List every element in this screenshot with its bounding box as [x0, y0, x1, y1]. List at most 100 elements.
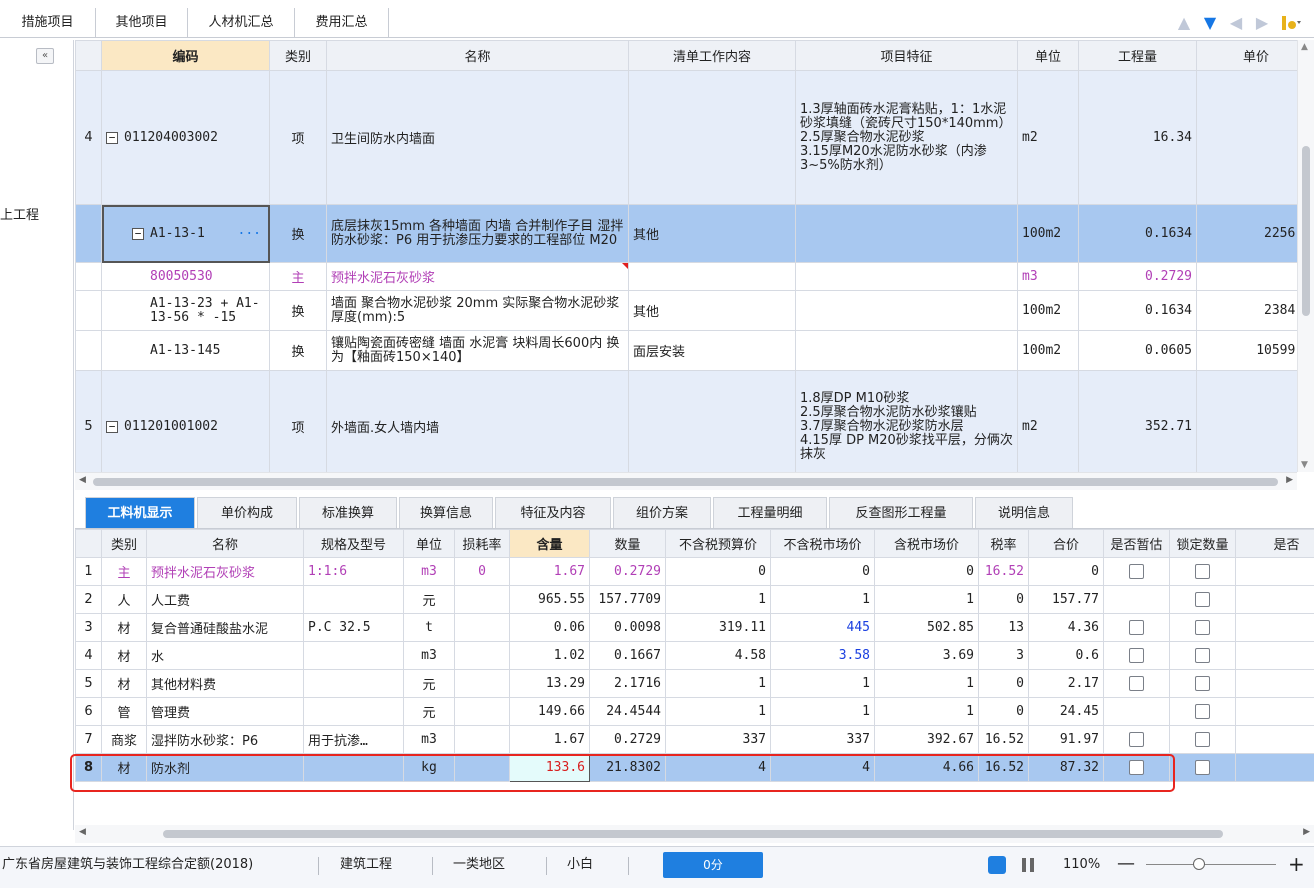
- row-code[interactable]: −011201001002: [101, 370, 270, 472]
- lock-quantity-checkbox[interactable]: [1195, 620, 1210, 635]
- row-loss[interactable]: [454, 753, 510, 782]
- row-qty[interactable]: 0.2729: [589, 557, 666, 586]
- row-unit[interactable]: 100m2: [1017, 204, 1079, 263]
- row-budget[interactable]: 4: [665, 753, 771, 782]
- row-qty[interactable]: 352.71: [1078, 370, 1197, 472]
- layout-view-icon[interactable]: [988, 856, 1006, 874]
- row-qty[interactable]: 0.2729: [1078, 262, 1197, 291]
- row-type[interactable]: 商浆: [101, 725, 147, 754]
- col-price-header[interactable]: 单价: [1196, 40, 1297, 71]
- row-total[interactable]: 4.36: [1028, 613, 1104, 642]
- row-tax-market[interactable]: 4.66: [874, 753, 979, 782]
- tab-labor-material-summary[interactable]: 人材机汇总: [188, 8, 295, 38]
- col-estimate-header[interactable]: 是否暂估: [1103, 529, 1170, 558]
- row-feature[interactable]: [795, 204, 1018, 263]
- row-type[interactable]: 换: [269, 204, 327, 263]
- row-rate[interactable]: 0: [978, 585, 1029, 614]
- tool-settings-icon[interactable]: [1280, 14, 1302, 32]
- row-name[interactable]: 预拌水泥石灰砂浆: [326, 262, 629, 291]
- scroll-up-icon[interactable]: ▲: [1301, 42, 1308, 52]
- table-row[interactable]: A1-13-23 + A1-13-56 * -15 换 墙面 聚合物水泥砂浆 2…: [75, 290, 1297, 331]
- row-budget[interactable]: 1: [665, 585, 771, 614]
- row-total[interactable]: 157.77: [1028, 585, 1104, 614]
- row-content[interactable]: 0.06: [509, 613, 590, 642]
- row-unit[interactable]: 100m2: [1017, 330, 1079, 371]
- row-total[interactable]: 91.97: [1028, 725, 1104, 754]
- col-tax-market-header[interactable]: 含税市场价: [874, 529, 979, 558]
- lock-quantity-checkbox[interactable]: [1195, 704, 1210, 719]
- row-qty[interactable]: 24.4544: [589, 697, 666, 726]
- col-type-header[interactable]: 类别: [269, 40, 327, 71]
- row-market[interactable]: 4: [770, 753, 875, 782]
- col-lock-header[interactable]: 锁定数量: [1169, 529, 1236, 558]
- row-content[interactable]: 965.55: [509, 585, 590, 614]
- row-market[interactable]: 1: [770, 585, 875, 614]
- row-feature[interactable]: 1.8厚DP M10砂浆 2.5厚聚合物水泥防水砂浆镶贴 3.7厚聚合物水泥砂浆…: [795, 370, 1018, 472]
- row-loss[interactable]: [454, 669, 510, 698]
- col-feature-header[interactable]: 项目特征: [795, 40, 1018, 71]
- row-code[interactable]: A1-13-23 + A1-13-56 * -15: [101, 290, 270, 331]
- row-content[interactable]: 133.6: [509, 753, 590, 782]
- row-tax-market[interactable]: 3.69: [874, 641, 979, 670]
- scroll-thumb[interactable]: [163, 830, 1223, 838]
- row-work[interactable]: [628, 370, 796, 472]
- row-name[interactable]: 防水剂: [146, 753, 304, 782]
- row-content[interactable]: 149.66: [509, 697, 590, 726]
- collapse-node-icon[interactable]: −: [106, 131, 118, 144]
- row-name[interactable]: 复合普通硅酸盐水泥: [146, 613, 304, 642]
- row-loss[interactable]: 0: [454, 557, 510, 586]
- row-budget[interactable]: 0: [665, 557, 771, 586]
- row-work[interactable]: 其他: [628, 204, 796, 263]
- row-price[interactable]: [1196, 370, 1297, 472]
- row-content[interactable]: 1.67: [509, 557, 590, 586]
- scroll-right-icon[interactable]: ▶: [1303, 827, 1310, 837]
- row-unit[interactable]: m3: [403, 557, 455, 586]
- estimate-checkbox[interactable]: [1129, 564, 1144, 579]
- row-unit[interactable]: m2: [1017, 70, 1079, 205]
- row-qty[interactable]: 0.1634: [1078, 204, 1197, 263]
- row-type[interactable]: 项: [269, 70, 327, 205]
- row-content[interactable]: 1.02: [509, 641, 590, 670]
- col-name-header[interactable]: 名称: [326, 40, 629, 71]
- scroll-thumb[interactable]: [1302, 146, 1310, 316]
- row-market[interactable]: 1: [770, 669, 875, 698]
- col-unit-header[interactable]: 单位: [403, 529, 455, 558]
- row-unit[interactable]: m2: [1017, 370, 1079, 472]
- estimate-checkbox[interactable]: [1129, 732, 1144, 747]
- row-market[interactable]: 337: [770, 725, 875, 754]
- row-price[interactable]: 10599.3: [1196, 330, 1297, 371]
- row-content[interactable]: 13.29: [509, 669, 590, 698]
- lock-quantity-checkbox[interactable]: [1195, 760, 1210, 775]
- table-row[interactable]: A1-13-145 换 镶贴陶瓷面砖密缝 墙面 水泥膏 块料周长600内 换为【…: [75, 330, 1297, 371]
- row-spec[interactable]: [303, 585, 404, 614]
- row-rate[interactable]: 0: [978, 697, 1029, 726]
- row-name[interactable]: 卫生间防水内墙面: [326, 70, 629, 205]
- row-type[interactable]: 材: [101, 669, 147, 698]
- collapse-node-icon[interactable]: −: [132, 227, 144, 240]
- col-name-header[interactable]: 名称: [146, 529, 304, 558]
- row-rate[interactable]: 3: [978, 641, 1029, 670]
- upper-vertical-scrollbar[interactable]: ▲ ▼: [1297, 40, 1314, 472]
- row-spec[interactable]: 1:1:6: [303, 557, 404, 586]
- row-code[interactable]: 80050530: [101, 262, 270, 291]
- table-row[interactable]: 3 材复合普通硅酸盐水泥 P.C 32.5 t 0.06 0.0098 319.11 445 5…: [75, 613, 1314, 642]
- row-unit[interactable]: m3: [1017, 262, 1079, 291]
- row-content[interactable]: 1.67: [509, 725, 590, 754]
- row-loss[interactable]: [454, 613, 510, 642]
- table-row[interactable]: 1 主预拌水泥石灰砂浆 1:1:6 m3 0 1.67 0.2729 0 0 0 16.52 0: [75, 557, 1314, 586]
- row-price[interactable]: 2384.4: [1196, 290, 1297, 331]
- tab-reverse-graphic-quantity[interactable]: 反查图形工程量: [829, 497, 973, 528]
- row-market[interactable]: 1: [770, 697, 875, 726]
- row-unit[interactable]: m3: [403, 725, 455, 754]
- tab-other-items[interactable]: 其他项目: [96, 8, 188, 38]
- row-qty[interactable]: 0.1667: [589, 641, 666, 670]
- row-tax-market[interactable]: 1: [874, 697, 979, 726]
- zoom-slider-knob[interactable]: [1193, 858, 1205, 870]
- row-total[interactable]: 87.32: [1028, 753, 1104, 782]
- scroll-down-icon[interactable]: ▼: [1301, 460, 1308, 470]
- lock-quantity-checkbox[interactable]: [1195, 564, 1210, 579]
- row-spec[interactable]: 用于抗渗…: [303, 725, 404, 754]
- row-tax-market[interactable]: 502.85: [874, 613, 979, 642]
- row-market[interactable]: 3.58: [770, 641, 875, 670]
- more-options-icon[interactable]: ···: [238, 226, 261, 241]
